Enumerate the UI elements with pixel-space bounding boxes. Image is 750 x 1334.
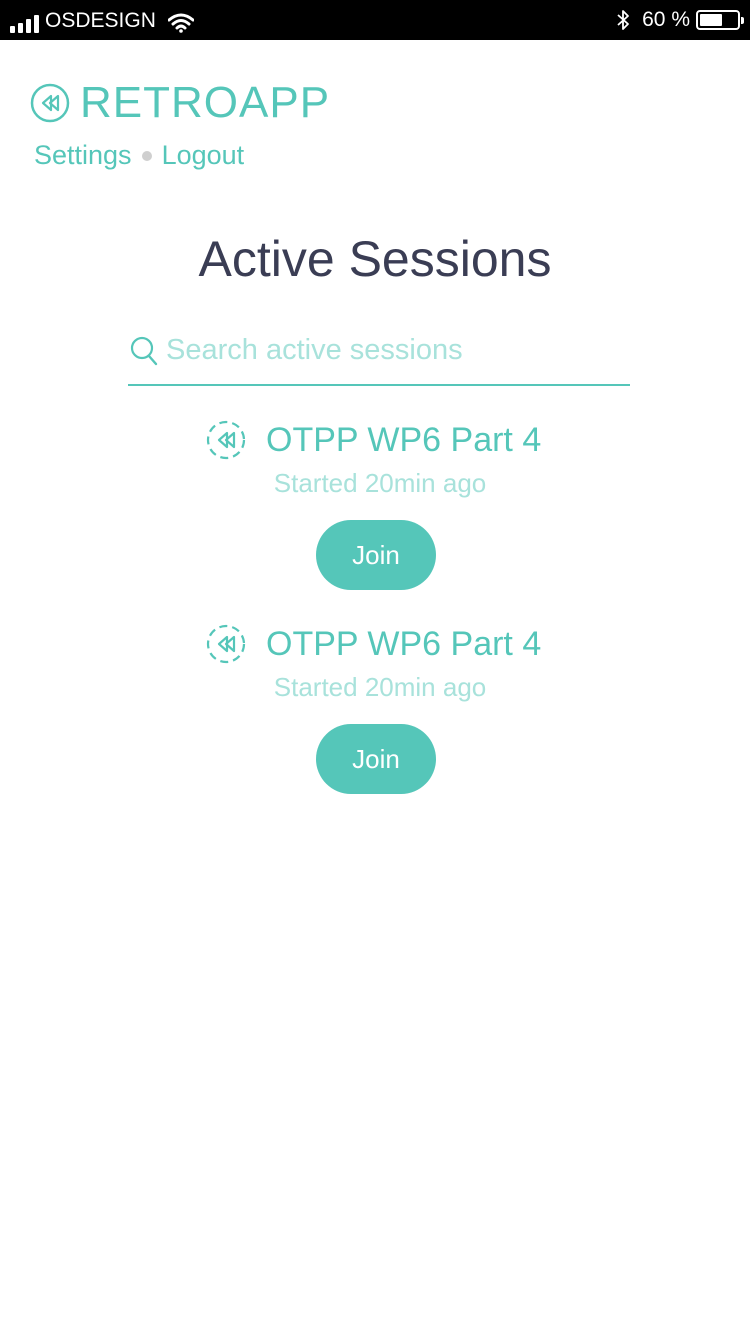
carrier-group: OSDESIGN: [10, 9, 194, 33]
rewind-dashed-circle-icon: [206, 420, 246, 460]
page-title: Active Sessions: [198, 231, 552, 287]
app-name: RETROAPP: [80, 78, 331, 127]
wifi-icon: [167, 13, 194, 33]
session-header: OTPP WP6 Part 4: [206, 624, 541, 664]
session-started: Started 20min ago: [273, 468, 487, 498]
search-input[interactable]: [166, 328, 626, 372]
session-name: OTPP WP6 Part 4: [266, 624, 542, 663]
app-brand: RETROAPP: [30, 78, 330, 128]
nav-separator: [141, 150, 152, 161]
carrier-name: OSDESIGN: [45, 9, 156, 32]
session-name: OTPP WP6 Part 4: [266, 420, 542, 459]
search-icon: [130, 336, 158, 366]
join-button[interactable]: Join: [316, 520, 436, 590]
battery-group: 60 %: [616, 8, 744, 32]
status-bar: OSDESIGN 60 %: [0, 0, 750, 40]
rewind-dashed-circle-icon: [206, 624, 246, 664]
account-nav: Settings Logout: [34, 140, 244, 171]
session-started: Started 20min ago: [273, 672, 487, 702]
settings-link[interactable]: Settings: [34, 140, 132, 171]
rewind-circle-icon: [30, 83, 70, 123]
join-button[interactable]: Join: [316, 724, 436, 794]
logout-link[interactable]: Logout: [162, 140, 245, 171]
signal-strength-icon: [10, 15, 39, 33]
session-header: OTPP WP6 Part 4: [206, 420, 541, 460]
bluetooth-icon: [617, 10, 630, 30]
battery-icon: [696, 10, 744, 30]
battery-percent: 60 %: [642, 8, 690, 31]
battery-nub: [741, 17, 744, 24]
search-bar: [128, 328, 630, 386]
battery-level: [700, 14, 722, 26]
